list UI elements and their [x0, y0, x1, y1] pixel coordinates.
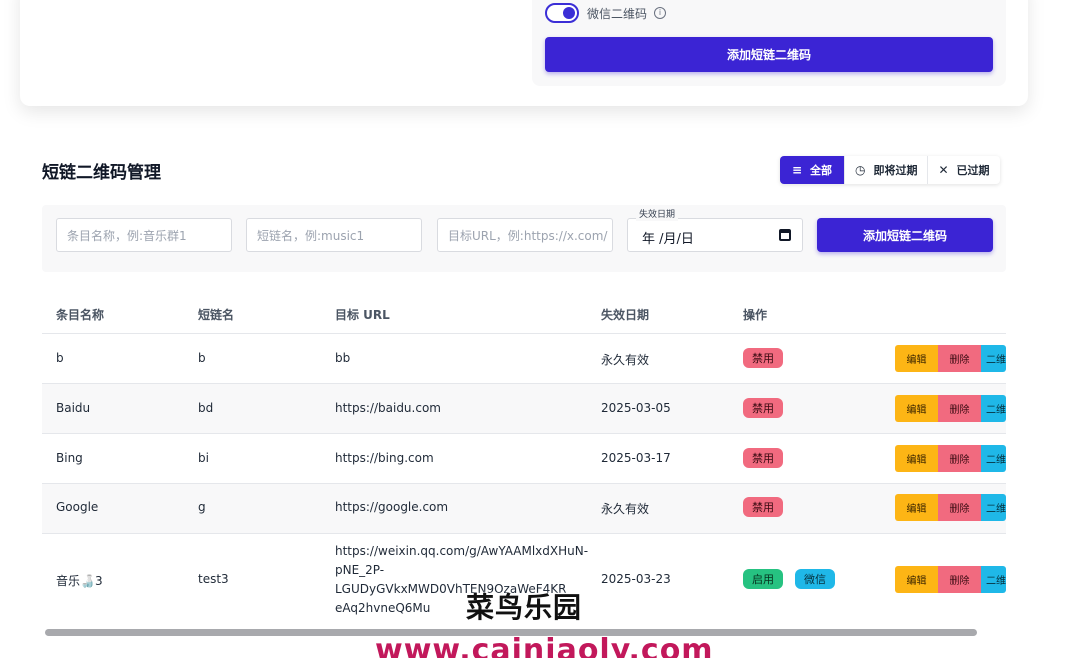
top-add-button[interactable]: 添加短链二维码 [545, 37, 993, 72]
row-expiry: 2025-03-05 [601, 401, 671, 415]
table-row [42, 433, 1006, 483]
edit-button[interactable]: 编辑 [895, 445, 938, 472]
clock-icon: ◷ [855, 163, 866, 177]
status-badge[interactable]: 禁用 [743, 448, 783, 468]
filter-expiring-button[interactable]: ◷ 即将过期 [844, 156, 927, 184]
delete-button[interactable]: 删除 [938, 345, 981, 372]
expiry-date-value: 年 /月/日 [642, 232, 694, 247]
row-short: bi [198, 451, 209, 465]
row-actions: 编辑 删除 二维 [895, 445, 1006, 472]
edit-button[interactable]: 编辑 [895, 494, 938, 521]
row-url-line: pNE_2P- [335, 563, 385, 577]
header-actions: 操作 [743, 308, 768, 322]
filter-all-button[interactable]: ≡ 全部 [780, 156, 844, 184]
row-expiry: 2025-03-17 [601, 451, 671, 465]
row-name: Bing [56, 451, 83, 465]
delete-button[interactable]: 删除 [938, 566, 981, 593]
row-expiry: 永久有效 [601, 353, 650, 367]
table-row [42, 383, 1006, 433]
row-expiry: 2025-03-23 [601, 572, 671, 586]
delete-button[interactable]: 删除 [938, 494, 981, 521]
delete-button[interactable]: 删除 [938, 395, 981, 422]
close-icon: ✕ [938, 163, 949, 177]
short-name-input[interactable]: 短链名，例:music1 [246, 218, 422, 252]
wechat-qr-toggle-label: 微信二维码 [587, 6, 648, 21]
row-actions: 编辑 删除 二维 [895, 566, 1006, 593]
row-name: 音乐🍶3 [56, 574, 103, 588]
row-actions: 编辑 删除 二维 [895, 494, 1006, 521]
target-url-input[interactable]: 目标URL，例:https://x.com/ [437, 218, 613, 252]
qr-button[interactable]: 二维 [981, 395, 1006, 422]
qr-button[interactable]: 二维 [981, 494, 1006, 521]
filter-expired-label: 已过期 [956, 164, 990, 177]
header-name: 条目名称 [56, 308, 105, 322]
row-actions: 编辑 删除 二维 [895, 395, 1006, 422]
form-add-button[interactable]: 添加短链二维码 [817, 218, 993, 252]
header-short: 短链名 [198, 308, 235, 322]
row-expiry: 永久有效 [601, 502, 650, 516]
row-name: b [56, 351, 64, 365]
list-icon: ≡ [791, 163, 803, 177]
table-row [42, 483, 1006, 533]
row-url: https://baidu.com [335, 401, 441, 415]
qr-button[interactable]: 二维 [981, 345, 1006, 372]
header-url: 目标 URL [335, 308, 390, 322]
wechat-tag-badge: 微信 [795, 569, 835, 589]
status-badge[interactable]: 启用 [743, 569, 783, 589]
row-short: bd [198, 401, 214, 415]
filter-all-label: 全部 [810, 164, 833, 177]
table-row [42, 333, 1006, 383]
qr-button[interactable]: 二维 [981, 566, 1006, 593]
filter-expiring-label: 即将过期 [873, 164, 918, 177]
filter-expired-button[interactable]: ✕ 已过期 [927, 156, 999, 184]
edit-button[interactable]: 编辑 [895, 345, 938, 372]
row-url: bb [335, 351, 351, 365]
row-short: test3 [198, 572, 229, 586]
info-icon[interactable]: i [654, 7, 667, 19]
filter-group: ≡ 全部 ◷ 即将过期 ✕ 已过期 [780, 156, 1000, 184]
row-actions: 编辑 删除 二维 [895, 345, 1006, 372]
wechat-qr-toggle-row: 微信二维码 i [545, 2, 667, 24]
edit-button[interactable]: 编辑 [895, 395, 938, 422]
row-short: b [198, 351, 206, 365]
status-badge[interactable]: 禁用 [743, 497, 783, 517]
status-badge[interactable]: 禁用 [743, 398, 783, 418]
calendar-icon[interactable] [779, 229, 791, 241]
status-badge[interactable]: 禁用 [743, 348, 783, 368]
expiry-date-label: 失效日期 [636, 210, 679, 221]
page-title: 短链二维码管理 [42, 163, 161, 183]
toggle-knob [563, 7, 575, 19]
row-name: Google [56, 500, 99, 514]
wechat-qr-toggle[interactable] [545, 3, 579, 23]
qr-button[interactable]: 二维 [981, 445, 1006, 472]
row-url: https://google.com [335, 500, 449, 514]
row-name: Baidu [56, 401, 91, 415]
header-expiry: 失效日期 [601, 308, 650, 322]
name-input[interactable]: 条目名称，例:音乐群1 [56, 218, 232, 252]
watermark-url: www.cainiaoly.com [375, 633, 714, 658]
row-url: https://bing.com [335, 451, 434, 465]
row-short: g [198, 500, 206, 514]
edit-button[interactable]: 编辑 [895, 566, 938, 593]
delete-button[interactable]: 删除 [938, 445, 981, 472]
watermark-text: 菜鸟乐园 [466, 591, 583, 624]
row-url-line: https://weixin.qq.com/g/AwYAAMlxdXHuN- [335, 544, 589, 558]
